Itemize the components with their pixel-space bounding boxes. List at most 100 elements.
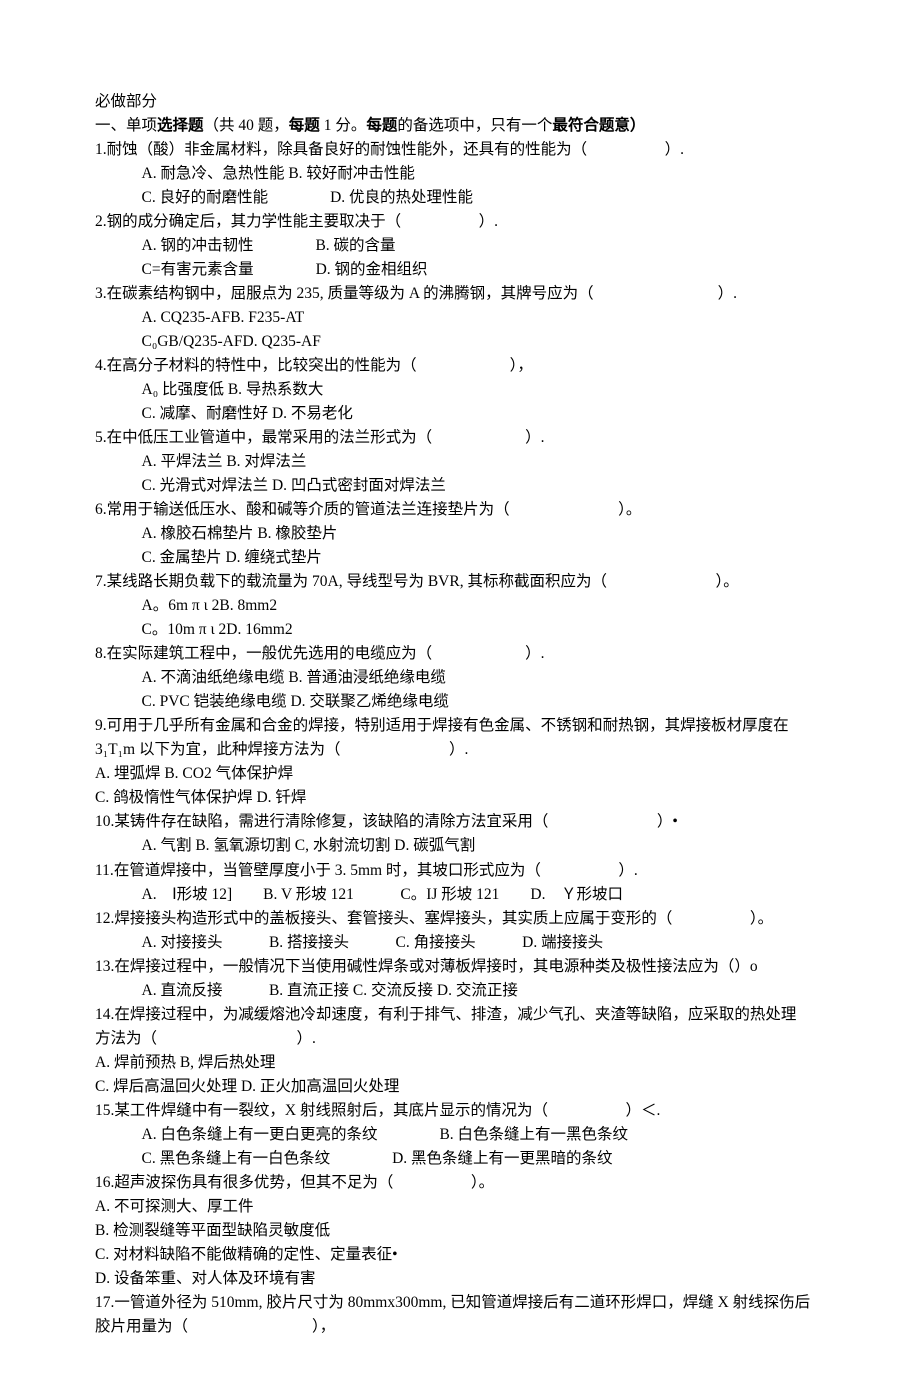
question-number: 5.	[95, 429, 107, 446]
option-line: A. 气割 B. 氢氧源切割 C, 水射流切割 D. 碳弧气割	[95, 834, 845, 858]
question-number: 7.	[95, 573, 107, 590]
option-line: C. 黑色条缝上有一白色条纹 D. 黑色条缝上有一更黑暗的条纹	[95, 1147, 845, 1171]
section-header: 必做部分	[95, 90, 845, 114]
question: 15.某工件焊缝中有一裂纹，X 射线照射后，其底片显示的情况为（ ）＜.A. 白…	[95, 1099, 845, 1171]
intro-bold3: 每题	[366, 117, 397, 134]
intro-prefix: 一、单项	[95, 117, 157, 134]
intro-mid3: 的备选项中，只有一个	[397, 117, 552, 134]
question-stem: 在焊接过程中，一般情况下当使用碱性焊条或对薄板焊接时，其电源种类及极性接法应为（…	[114, 958, 757, 975]
question-text: 9.可用于几乎所有金属和合金的焊接，特别适用于焊接有色金属、不锈钢和耐热钢，其焊…	[95, 714, 845, 738]
option-line: A。6m π ι 2B. 8mm2	[95, 594, 845, 618]
option-line: C. 良好的耐磨性能 D. 优良的热处理性能	[95, 186, 845, 210]
question-cont: 胶片用量为（ ），	[95, 1315, 845, 1339]
question-text: 4.在高分子材料的特性中，比较突出的性能为（ ），	[95, 354, 845, 378]
option-line: A. 钢的冲击韧性 B. 碳的含量	[95, 234, 845, 258]
question: 12.焊接接头构造形式中的盖板接头、套管接头、塞焊接头，其实质上应属于变形的（ …	[95, 907, 845, 955]
intro-bold4: 最符合题意）	[552, 117, 645, 134]
question-number: 2.	[95, 213, 107, 230]
option-line: A. 橡胶石棉垫片 B. 橡胶垫片	[95, 522, 845, 546]
option-line: C. PVC 铠装绝缘电缆 D. 交联聚乙烯绝缘电缆	[95, 690, 845, 714]
section-title: 必做部分	[95, 93, 157, 110]
question-number: 10.	[95, 813, 114, 830]
question: 2.钢的成分确定后，其力学性能主要取决于（ ）.A. 钢的冲击韧性 B. 碳的含…	[95, 210, 845, 282]
option-line: A. 白色条缝上有一更白更亮的条纹 B. 白色条缝上有一黑色条纹	[95, 1123, 845, 1147]
question-number: 8.	[95, 645, 107, 662]
question: 5.在中低压工业管道中，最常采用的法兰形式为（ ）.A. 平焊法兰 B. 对焊法…	[95, 426, 845, 498]
question-stem: 某铸件存在缺陷，需进行清除修复，该缺陷的清除方法宜采用（ ）•	[114, 813, 677, 830]
question-stem: 在中低压工业管道中，最常采用的法兰形式为（ ）.	[107, 429, 545, 446]
question: 9.可用于几乎所有金属和合金的焊接，特别适用于焊接有色金属、不锈钢和耐热钢，其焊…	[95, 714, 845, 810]
option-line: C. 减摩、耐磨性好 D. 不易老化	[95, 402, 845, 426]
question-number: 4.	[95, 357, 107, 374]
question: 14.在焊接过程中，为减缓熔池冷却速度，有利于排气、排渣，减少气孔、夹渣等缺陷，…	[95, 1003, 845, 1099]
question-list: 1.耐蚀（酸）非金属材料，除具备良好的耐蚀性能外，还具有的性能为（ ）.A. 耐…	[95, 138, 845, 1339]
question-number: 13.	[95, 958, 114, 975]
option-line: A. 对接接头 B. 搭接接头 C. 角接接头 D. 端接接头	[95, 931, 845, 955]
question-stem: 在碳素结构钢中，屈服点为 235, 质量等级为 A 的沸腾钢，其牌号应为（ ）.	[107, 285, 737, 302]
question-stem: 可用于几乎所有金属和合金的焊接，特别适用于焊接有色金属、不锈钢和耐热钢，其焊接板…	[107, 717, 789, 734]
option-line: A. 埋弧焊 B. CO2 气体保护焊	[95, 762, 845, 786]
question-number: 1.	[95, 141, 107, 158]
section-intro: 一、单项选择题（共 40 题，每题 1 分。每题的备选项中，只有一个最符合题意）	[95, 114, 845, 138]
question-text: 12.焊接接头构造形式中的盖板接头、套管接头、塞焊接头，其实质上应属于变形的（ …	[95, 907, 845, 931]
question: 10.某铸件存在缺陷，需进行清除修复，该缺陷的清除方法宜采用（ ）• A. 气割 …	[95, 810, 845, 858]
intro-mid: （共 40 题，	[204, 117, 289, 134]
question: 3.在碳素结构钢中，屈服点为 235, 质量等级为 A 的沸腾钢，其牌号应为（ …	[95, 282, 845, 354]
question-text: 3.在碳素结构钢中，屈服点为 235, 质量等级为 A 的沸腾钢，其牌号应为（ …	[95, 282, 845, 306]
option-line: B. 检测裂缝等平面型缺陷灵敏度低	[95, 1219, 845, 1243]
intro-bold2: 每题	[289, 117, 320, 134]
option-line: A₀ 比强度低 B. 导热系数大	[95, 378, 845, 402]
option-line: C₀GB/Q235-AFD. Q235-AF	[95, 330, 845, 354]
intro-bold1: 选择题	[157, 117, 204, 134]
question-text: 7.某线路长期负载下的载流量为 70A, 导线型号为 BVR, 其标称截面积应为…	[95, 570, 845, 594]
question: 8.在实际建筑工程中，一般优先选用的电缆应为（ ）.A. 不滴油纸绝缘电缆 B.…	[95, 642, 845, 714]
option-line: A. 不滴油纸绝缘电缆 B. 普通油浸纸绝缘电缆	[95, 666, 845, 690]
option-line: C. 金属垫片 D. 缠绕式垫片	[95, 546, 845, 570]
option-line: C. 光滑式对焊法兰 D. 凹凸式密封面对焊法兰	[95, 474, 845, 498]
option-line: C. 鸽极惰性气体保护焊 D. 钎焊	[95, 786, 845, 810]
question: 16.超声波探伤具有很多优势，但其不足为（ ）。A. 不可探测大、厚工件B. 检…	[95, 1171, 845, 1291]
question-stem: 某线路长期负载下的载流量为 70A, 导线型号为 BVR, 其标称截面积应为（ …	[107, 573, 739, 590]
question-number: 11.	[95, 862, 114, 879]
question: 7.某线路长期负载下的载流量为 70A, 导线型号为 BVR, 其标称截面积应为…	[95, 570, 845, 642]
question-number: 14.	[95, 1006, 114, 1023]
option-line: D. 设备笨重、对人体及环境有害	[95, 1267, 845, 1291]
question-text: 6.常用于输送低压水、酸和碱等介质的管道法兰连接垫片为（ ）。	[95, 498, 845, 522]
question-text: 16.超声波探伤具有很多优势，但其不足为（ ）。	[95, 1171, 845, 1195]
intro-mid2: 1 分。	[320, 117, 367, 134]
option-line: A. 焊前预热 B, 焊后热处理	[95, 1051, 845, 1075]
question-number: 3.	[95, 285, 107, 302]
question-stem: 焊接接头构造形式中的盖板接头、套管接头、塞焊接头，其实质上应属于变形的（ ）。	[114, 910, 773, 927]
question: 1.耐蚀（酸）非金属材料，除具备良好的耐蚀性能外，还具有的性能为（ ）.A. 耐…	[95, 138, 845, 210]
question-text: 17.一管道外径为 510mm, 胶片尺寸为 80mmx300mm, 已知管道焊…	[95, 1291, 845, 1315]
question: 11.在管道焊接中，当管壁厚度小于 3. 5mm 时，其坡口形式应为（ ）. A.…	[95, 859, 845, 907]
question-number: 17.	[95, 1294, 114, 1311]
question-number: 16.	[95, 1174, 114, 1191]
question-number: 15.	[95, 1102, 114, 1119]
option-line: C=有害元素含量 D. 钢的金相组织	[95, 258, 845, 282]
question-stem: 一管道外径为 510mm, 胶片尺寸为 80mmx300mm, 已知管道焊接后有…	[114, 1294, 810, 1311]
question-stem: 在管道焊接中，当管壁厚度小于 3. 5mm 时，其坡口形式应为（ ）.	[114, 862, 638, 879]
question-text: 13.在焊接过程中，一般情况下当使用碱性焊条或对薄板焊接时，其电源种类及极性接法…	[95, 955, 845, 979]
option-line: C. 焊后高温回火处理 D. 正火加高温回火处理	[95, 1075, 845, 1099]
question: 17.一管道外径为 510mm, 胶片尺寸为 80mmx300mm, 已知管道焊…	[95, 1291, 845, 1339]
option-line: C. 对材料缺陷不能做精确的定性、定量表征•	[95, 1243, 845, 1267]
option-line: A. CQ235-AFB. F235-AT	[95, 306, 845, 330]
question-stem: 耐蚀（酸）非金属材料，除具备良好的耐蚀性能外，还具有的性能为（ ）.	[107, 141, 684, 158]
question-text: 1.耐蚀（酸）非金属材料，除具备良好的耐蚀性能外，还具有的性能为（ ）.	[95, 138, 845, 162]
question-text: 8.在实际建筑工程中，一般优先选用的电缆应为（ ）.	[95, 642, 845, 666]
question-text: 15.某工件焊缝中有一裂纹，X 射线照射后，其底片显示的情况为（ ）＜.	[95, 1099, 845, 1123]
question-stem: 常用于输送低压水、酸和碱等介质的管道法兰连接垫片为（ ）。	[107, 501, 642, 518]
question-stem: 在高分子材料的特性中，比较突出的性能为（ ），	[107, 357, 533, 374]
question-stem: 钢的成分确定后，其力学性能主要取决于（ ）.	[107, 213, 498, 230]
question-cont: 3₁T₁m 以下为宜，此种焊接方法为（ ）.	[95, 738, 845, 762]
question: 4.在高分子材料的特性中，比较突出的性能为（ ），A₀ 比强度低 B. 导热系数…	[95, 354, 845, 426]
question-text: 2.钢的成分确定后，其力学性能主要取决于（ ）.	[95, 210, 845, 234]
option-line: C。10m π ι 2D. 16mm2	[95, 618, 845, 642]
question-stem: 在实际建筑工程中，一般优先选用的电缆应为（ ）.	[107, 645, 545, 662]
question-text: 14.在焊接过程中，为减缓熔池冷却速度，有利于排气、排渣，减少气孔、夹渣等缺陷，…	[95, 1003, 845, 1027]
question-stem: 某工件焊缝中有一裂纹，X 射线照射后，其底片显示的情况为（ ）＜.	[114, 1102, 660, 1119]
option-line: A. 耐急冷、急热性能 B. 较好耐冲击性能	[95, 162, 845, 186]
option-line: A. Ⅰ形坡 12] B. V 形坡 121 C。IJ 形坡 121 D. Ｙ形…	[95, 883, 845, 907]
question-number: 9.	[95, 717, 107, 734]
